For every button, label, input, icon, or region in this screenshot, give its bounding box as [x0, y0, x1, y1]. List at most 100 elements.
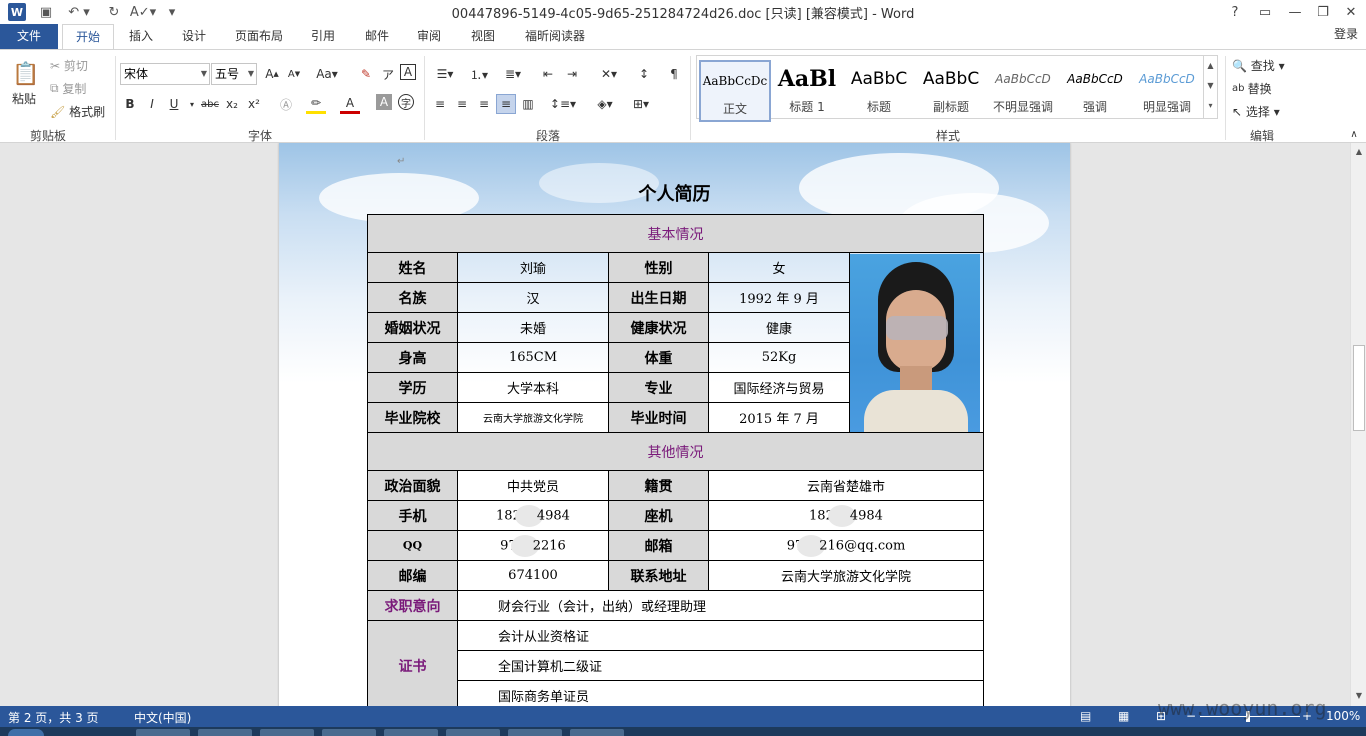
line-spacing-icon[interactable]: ↕≡▾	[548, 94, 578, 114]
document-page[interactable]: ↵ 个人简历 基本情况 姓名 刘瑜 性别 女 名族 汉 出生日期 1992 年 …	[279, 143, 1070, 706]
style-subtitle[interactable]: AaBbC 副标题	[915, 60, 987, 122]
read-mode-icon[interactable]: ▤	[1080, 709, 1091, 723]
justify-icon[interactable]: ≡	[496, 94, 516, 114]
tab-file[interactable]: 文件	[0, 24, 58, 49]
style-normal[interactable]: AaBbCcDc 正文	[699, 60, 771, 122]
collapse-ribbon-icon[interactable]: ∧	[1344, 124, 1364, 144]
taskbar-item[interactable]	[508, 729, 562, 736]
value-cell: 云南大学旅游文化学院	[457, 402, 609, 433]
tab-mailings[interactable]: 邮件	[358, 24, 396, 49]
taskbar-item[interactable]	[570, 729, 624, 736]
italic-button[interactable]: I	[142, 94, 162, 114]
style-emphasis[interactable]: AaBbCcD 强调	[1059, 60, 1131, 122]
copy-button[interactable]: ⧉ 复制	[50, 80, 86, 97]
label-cell: 邮编	[367, 560, 458, 591]
login-link[interactable]: 登录	[1334, 25, 1358, 42]
scroll-up-icon[interactable]: ▲	[1351, 145, 1366, 159]
scroll-thumb[interactable]	[1353, 345, 1365, 431]
scroll-down-icon[interactable]: ▼	[1351, 689, 1366, 703]
show-marks-icon[interactable]: ¶	[664, 64, 684, 84]
enclose-char-icon[interactable]: 字	[398, 94, 414, 110]
tab-design[interactable]: 设计	[174, 24, 214, 49]
bullets-icon[interactable]: ☰▾	[430, 64, 460, 84]
font-name-select[interactable]: 宋体 ▼	[120, 63, 210, 85]
superscript-button[interactable]: x²	[244, 94, 264, 114]
group-separator	[1225, 56, 1226, 140]
clear-format-icon[interactable]: ✎	[356, 64, 376, 84]
paste-icon[interactable]: 📋	[12, 58, 40, 90]
close-icon[interactable]: ✕	[1336, 0, 1366, 24]
taskbar-item[interactable]	[136, 729, 190, 736]
text-effects-icon[interactable]: Ⓐ	[276, 94, 296, 114]
font-color-icon[interactable]: A	[340, 94, 360, 114]
distributed-icon[interactable]: ▥	[518, 94, 538, 114]
shrink-font-icon[interactable]: A ▼	[284, 64, 304, 84]
borders-icon[interactable]: ⊞▾	[626, 94, 656, 114]
font-group-label: 字体	[248, 129, 273, 143]
minimize-icon[interactable]: —	[1280, 0, 1310, 24]
ribbon-display-icon[interactable]: ▭	[1250, 0, 1280, 24]
bold-button[interactable]: B	[120, 94, 140, 114]
sort-icon[interactable]: ↕	[634, 64, 654, 84]
clipboard-group-label: 剪贴板	[30, 129, 67, 143]
print-layout-icon[interactable]: ▦	[1118, 709, 1129, 723]
change-case-button[interactable]: Aa ▾	[312, 64, 342, 84]
align-left-icon[interactable]: ≡	[430, 94, 450, 114]
tab-insert[interactable]: 插入	[122, 24, 160, 49]
style-heading-1[interactable]: AaBl 标题 1	[771, 60, 843, 122]
style-subtle-emphasis[interactable]: AaBbCcD 不明显强调	[987, 60, 1059, 122]
char-shading-icon[interactable]: A	[376, 94, 392, 110]
replace-button[interactable]: ab 替换	[1232, 80, 1272, 97]
taskbar-item[interactable]	[260, 729, 314, 736]
vertical-scrollbar[interactable]: ▲ ▼	[1350, 143, 1366, 706]
page-count[interactable]: 第 2 页，共 3 页	[8, 709, 99, 726]
format-painter-label: 格式刷	[69, 105, 106, 119]
char-border-icon[interactable]: A	[400, 64, 416, 80]
table-row: 政治面貌 中共党员 籍贯 云南省楚雄市	[367, 470, 984, 501]
multilevel-list-icon[interactable]: ≣▾	[498, 64, 528, 84]
language-indicator[interactable]: 中文(中国)	[134, 709, 191, 726]
select-label: 选择	[1245, 105, 1270, 119]
find-button[interactable]: 🔍 查找 ▾	[1232, 57, 1285, 74]
value-cell: 182 4984	[708, 500, 984, 531]
tab-review[interactable]: 审阅	[410, 24, 448, 49]
cut-button[interactable]: ✂ 剪切	[50, 57, 88, 74]
underline-button[interactable]: U	[164, 94, 184, 114]
font-size-select[interactable]: 五号 ▼	[211, 63, 257, 85]
decrease-indent-icon[interactable]: ⇤	[538, 64, 558, 84]
section-other: 其他情况	[367, 432, 984, 471]
align-right-icon[interactable]: ≡	[474, 94, 494, 114]
shading-icon[interactable]: ◈▾	[590, 94, 620, 114]
zoom-level[interactable]: 100%	[1326, 709, 1360, 723]
restore-icon[interactable]: ❐	[1308, 0, 1338, 24]
style-title[interactable]: AaBbC 标题	[843, 60, 915, 122]
tab-home[interactable]: 开始	[62, 24, 114, 50]
increase-indent-icon[interactable]: ⇥	[562, 64, 582, 84]
style-intense-emphasis[interactable]: AaBbCcD 明显强调	[1131, 60, 1203, 122]
taskbar-item[interactable]	[446, 729, 500, 736]
taskbar-item[interactable]	[322, 729, 376, 736]
taskbar-item[interactable]	[384, 729, 438, 736]
numbering-icon[interactable]: ⒈▾	[464, 64, 494, 84]
tab-view[interactable]: 视图	[464, 24, 502, 49]
phonetic-guide-icon[interactable]: ア	[378, 64, 398, 84]
value-cell: 52Kg	[708, 342, 850, 373]
paragraph-group-label: 段落	[536, 129, 561, 143]
styles-scroll-icon[interactable]: ▲ ▼ ▾	[1203, 56, 1217, 118]
start-button[interactable]	[8, 729, 44, 736]
tab-layout[interactable]: 页面布局	[228, 24, 290, 49]
help-icon[interactable]: ?	[1220, 0, 1250, 24]
section-basic: 基本情况	[367, 214, 984, 253]
highlight-icon[interactable]: ✏	[306, 94, 326, 114]
taskbar-item[interactable]	[198, 729, 252, 736]
tab-foxit-reader[interactable]: 福昕阅读器	[516, 24, 594, 49]
chinese-layout-icon[interactable]: ✕▾	[594, 64, 624, 84]
strikethrough-button[interactable]: abc	[200, 94, 220, 114]
grow-font-icon[interactable]: A ▲	[262, 64, 282, 84]
tab-references[interactable]: 引用	[304, 24, 342, 49]
select-button[interactable]: ↖ 选择 ▾	[1232, 103, 1280, 120]
align-center-icon[interactable]: ≡	[452, 94, 472, 114]
subscript-button[interactable]: x₂	[222, 94, 242, 114]
paste-button[interactable]: 粘贴	[12, 90, 36, 107]
format-painter-button[interactable]: 🖌 格式刷	[50, 103, 105, 120]
